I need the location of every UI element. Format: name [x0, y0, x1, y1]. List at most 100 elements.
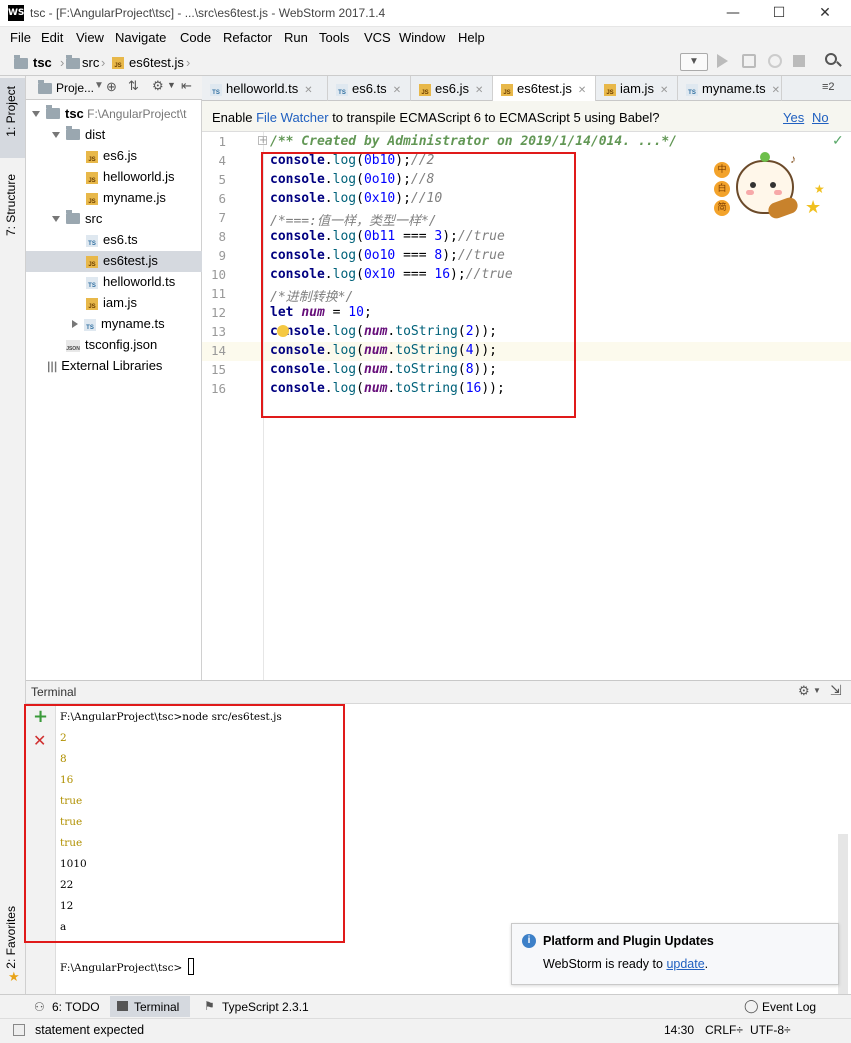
tree-item[interactable]: tsc F:\AngularProject\t: [26, 104, 202, 125]
tabs-overflow-button[interactable]: ≡2: [822, 81, 835, 93]
project-view-selector[interactable]: Proje...: [56, 81, 94, 95]
close-tab-icon[interactable]: ✕: [578, 85, 586, 96]
terminal-prompt[interactable]: F:\AngularProject\tsc>: [60, 962, 182, 974]
gear-icon[interactable]: ⚙: [152, 78, 164, 94]
editor-tab[interactable]: JS es6.js ✕: [411, 76, 493, 101]
tree-item-label: src: [85, 211, 103, 226]
gear-icon[interactable]: ⚙: [798, 683, 810, 699]
tree-item[interactable]: JS es6.js: [26, 146, 202, 167]
update-link[interactable]: update: [666, 957, 704, 971]
tree-item-label: tsc: [65, 106, 84, 121]
editor-tab[interactable]: JS es6test.js ✕: [493, 76, 596, 101]
breadcrumb-file[interactable]: es6test.js: [129, 55, 184, 70]
notification-title: Platform and Plugin Updates: [543, 934, 714, 948]
tree-item[interactable]: JS myname.js: [26, 188, 202, 209]
editor-tabs: TS helloworld.ts ✕ TS es6.ts ✕ JS es6.js ✕ JS es6t…: [202, 76, 822, 101]
chevron-right-icon[interactable]: [72, 320, 78, 328]
inspection-ok-icon[interactable]: ✓: [832, 132, 844, 149]
tree-item[interactable]: src: [26, 209, 202, 230]
tool-tab-todo[interactable]: 6: TODO: [52, 1000, 100, 1014]
tree-item[interactable]: JSON tsconfig.json: [26, 335, 202, 356]
terminal-cursor: [188, 958, 194, 975]
sticker-star: ★: [805, 197, 822, 217]
js-file-icon: JS: [604, 84, 616, 96]
tree-item[interactable]: JS es6test.js: [26, 251, 202, 272]
line-separator[interactable]: CRLF÷: [705, 1023, 743, 1037]
menu-code[interactable]: Code: [180, 30, 211, 45]
debug-icon[interactable]: [742, 54, 756, 68]
tree-item[interactable]: JS iam.js: [26, 293, 202, 314]
terminal-icon: [117, 1001, 128, 1011]
chevron-down-icon[interactable]: [32, 111, 40, 117]
menu-tools[interactable]: Tools: [319, 30, 349, 45]
hide-panel-icon[interactable]: ⇲: [830, 682, 842, 699]
editor-tab[interactable]: TS helloworld.ts ✕: [202, 76, 328, 101]
infobar-yes-link[interactable]: Yes: [783, 110, 804, 125]
minimize-button[interactable]: —: [710, 0, 756, 27]
run-config-dropdown[interactable]: ▼: [680, 53, 708, 71]
tree-item-label: es6.ts: [103, 232, 138, 247]
tool-tab-typescript[interactable]: TypeScript 2.3.1: [222, 1000, 309, 1014]
tool-tab-structure[interactable]: 7: Structure: [4, 174, 18, 236]
close-button[interactable]: ✕: [802, 0, 848, 27]
sticker-star: ★: [814, 182, 825, 196]
tree-item[interactable]: TS myname.ts: [26, 314, 202, 335]
hide-panel-icon[interactable]: ⇤: [181, 78, 192, 94]
tree-item[interactable]: TS helloworld.ts: [26, 272, 202, 293]
caret-position[interactable]: 14:30: [664, 1023, 694, 1037]
menu-edit[interactable]: Edit: [41, 30, 63, 45]
breadcrumb-root[interactable]: tsc: [33, 55, 52, 70]
tool-tab-terminal[interactable]: Terminal: [134, 1000, 179, 1014]
menu-view[interactable]: View: [76, 30, 104, 45]
chevron-down-icon[interactable]: ▼: [94, 80, 104, 91]
stop-icon[interactable]: [793, 55, 805, 67]
code-line[interactable]: /** Created by Administrator on 2019/1/1…: [270, 134, 677, 149]
update-notification[interactable]: i Platform and Plugin Updates WebStorm i…: [511, 923, 839, 985]
run-icon[interactable]: [717, 54, 728, 68]
maximize-button[interactable]: ☐: [756, 0, 802, 27]
code-editor[interactable]: 1 4 5 6 7 8 9 10 11 12 13 14 15 16 /** Created by Adm…: [202, 132, 851, 680]
tree-item[interactable]: JS helloworld.js: [26, 167, 202, 188]
close-tab-icon[interactable]: ✕: [772, 85, 780, 96]
info-icon: i: [522, 934, 536, 948]
file-encoding[interactable]: UTF-8÷: [750, 1023, 791, 1037]
editor-tab[interactable]: TS es6.ts ✕: [328, 76, 411, 101]
annotation-box-terminal: [24, 704, 345, 943]
terminal-scrollbar[interactable]: [838, 834, 848, 994]
tree-item-label: myname.js: [103, 190, 166, 205]
chevron-down-icon[interactable]: ▼: [813, 686, 821, 695]
menu-vcs[interactable]: VCS: [364, 30, 391, 45]
chevron-down-icon[interactable]: [52, 216, 60, 222]
toggle-tool-windows-icon[interactable]: [13, 1024, 25, 1036]
tree-item[interactable]: ┃┃┃ External Libraries: [26, 356, 202, 377]
close-tab-icon[interactable]: ✕: [660, 85, 668, 96]
breadcrumb-folder[interactable]: src: [82, 55, 99, 70]
file-watcher-link[interactable]: File Watcher: [256, 110, 328, 125]
menu-run[interactable]: Run: [284, 30, 308, 45]
menu-file[interactable]: File: [10, 30, 31, 45]
search-icon[interactable]: [825, 53, 837, 65]
infobar-no-link[interactable]: No: [812, 110, 829, 125]
close-tab-icon[interactable]: ✕: [304, 85, 312, 96]
menu-help[interactable]: Help: [458, 30, 485, 45]
tool-tab-event-log[interactable]: Event Log: [762, 1000, 816, 1014]
collapse-all-icon[interactable]: ⇅: [128, 78, 139, 94]
editor-tab[interactable]: TS myname.ts ✕: [678, 76, 782, 101]
menu-refactor[interactable]: Refactor: [223, 30, 272, 45]
fold-expand-icon[interactable]: +: [258, 136, 267, 146]
coverage-icon[interactable]: [768, 54, 782, 68]
scroll-from-source-icon[interactable]: ⊕: [106, 79, 117, 95]
webstorm-logo-icon: WS: [8, 5, 24, 21]
close-tab-icon[interactable]: ✕: [475, 85, 483, 96]
menu-navigate[interactable]: Navigate: [115, 30, 166, 45]
folder-icon: [14, 55, 28, 69]
chevron-down-icon[interactable]: ▼: [167, 80, 176, 90]
chevron-down-icon[interactable]: [52, 132, 60, 138]
tool-tab-project[interactable]: 1: Project: [4, 86, 18, 137]
editor-tab[interactable]: JS iam.js ✕: [596, 76, 678, 101]
tool-tab-favorites[interactable]: 2: Favorites: [4, 906, 18, 969]
tree-item[interactable]: dist: [26, 125, 202, 146]
close-tab-icon[interactable]: ✕: [393, 85, 401, 96]
menu-window[interactable]: Window: [399, 30, 445, 45]
tree-item[interactable]: TS es6.ts: [26, 230, 202, 251]
